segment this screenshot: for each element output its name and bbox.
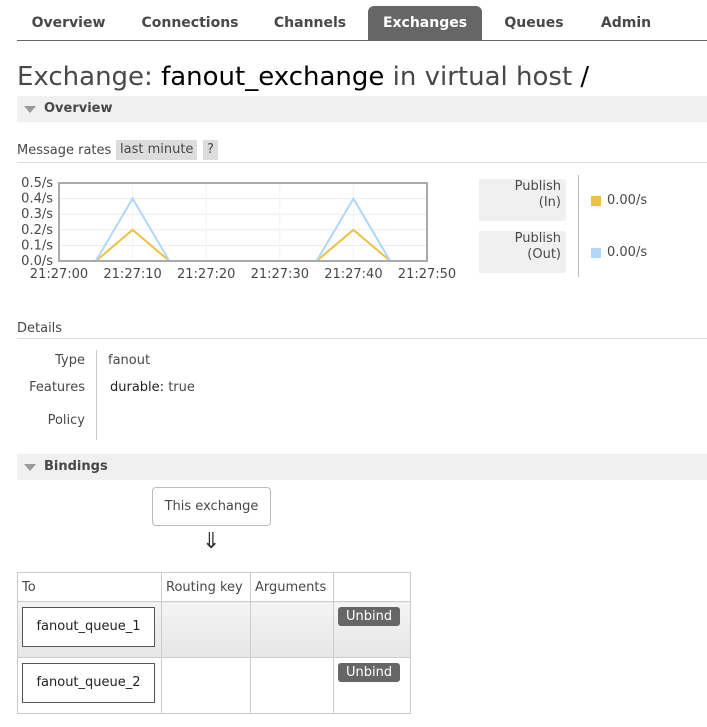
x-tick-label: 21:27:20	[177, 267, 235, 282]
bindings-header-label: Bindings	[44, 459, 108, 474]
y-tick-label: 0.5/s	[21, 176, 53, 191]
publish-in-line2: (In)	[538, 195, 561, 210]
publish-in-line1: Publish	[514, 179, 561, 194]
features-durable-value: true	[168, 380, 195, 395]
tab-admin[interactable]: Admin	[587, 6, 665, 40]
arguments-cell	[250, 657, 334, 714]
vhost-name: /	[580, 62, 590, 92]
collapse-triangle-icon	[24, 106, 36, 113]
exchange-name: fanout_exchange	[161, 62, 385, 92]
tab-exchanges[interactable]: Exchanges	[368, 6, 482, 40]
x-tick-label: 21:27:00	[30, 267, 88, 282]
details-separator	[96, 350, 97, 440]
tab-channels[interactable]: Channels	[264, 6, 356, 40]
features-key: durable:	[110, 380, 165, 395]
unbind-button[interactable]: Unbind	[338, 663, 401, 682]
this-exchange-box: This exchange	[152, 487, 271, 526]
x-tick-label: 21:27:10	[103, 267, 161, 282]
legend-divider	[578, 175, 579, 277]
publish-out-swatch	[591, 248, 601, 258]
overview-section-header[interactable]: Overview	[17, 96, 707, 122]
range-selector[interactable]: last minute	[116, 140, 198, 160]
x-tick-label: 21:27:50	[398, 267, 456, 282]
action-cell: Unbind	[333, 601, 411, 658]
routing-key-cell	[161, 601, 251, 658]
action-cell: Unbind	[333, 657, 411, 714]
col-routing-key: Routing key	[161, 572, 251, 602]
table-row: fanout_queue_1 Unbind	[17, 601, 411, 658]
col-to: To	[17, 572, 162, 602]
x-tick-label: 21:27:40	[324, 267, 382, 282]
title-vhost-text: in virtual host	[392, 62, 573, 92]
title-prefix: Exchange:	[17, 62, 153, 92]
bindings-table: To Routing key Arguments fanout_queue_1 …	[17, 572, 411, 714]
routing-key-cell	[161, 657, 251, 714]
tab-overview[interactable]: Overview	[17, 6, 120, 40]
collapse-triangle-icon	[24, 464, 36, 471]
publish-out-rate: 0.00/s	[607, 245, 648, 260]
publish-out-label: Publish (Out)	[479, 231, 566, 273]
col-actions	[333, 572, 411, 602]
type-label: Type	[55, 353, 85, 368]
down-arrow-icon: ⇓	[202, 529, 221, 554]
unbind-button[interactable]: Unbind	[338, 607, 401, 626]
chart-frame	[58, 182, 428, 262]
table-row: fanout_queue_2 Unbind	[17, 657, 411, 714]
message-rate-chart: 0.5/s0.4/s0.3/s0.2/s0.1/s0.0/s21:27:00 21…	[21, 176, 456, 282]
type-value: fanout	[108, 353, 151, 368]
bindings-header-row: To Routing key Arguments	[17, 572, 411, 602]
publish-in-label: Publish (In)	[479, 179, 566, 221]
to-cell: fanout_queue_1	[17, 601, 162, 658]
publish-in-swatch	[591, 196, 601, 206]
x-tick-label: 21:27:30	[251, 267, 309, 282]
publish-out-line1: Publish	[514, 231, 561, 246]
details-header: Details	[17, 318, 707, 339]
queue-link[interactable]: fanout_queue_2	[22, 663, 155, 703]
col-arguments: Arguments	[250, 572, 334, 602]
help-button[interactable]: ?	[203, 140, 218, 160]
to-cell: fanout_queue_2	[17, 657, 162, 714]
publish-out-line2: (Out)	[527, 247, 561, 262]
arguments-cell	[250, 601, 334, 658]
publish-in-rate: 0.00/s	[607, 193, 648, 208]
tab-connections[interactable]: Connections	[130, 6, 250, 40]
message-rates-row: Message rates last minute ?	[17, 139, 707, 163]
y-tick-label: 0.4/s	[21, 192, 53, 207]
y-tick-label: 0.2/s	[21, 223, 53, 238]
features-label: Features	[29, 380, 85, 395]
tab-queues[interactable]: Queues	[494, 6, 574, 40]
page-title: Exchange: fanout_exchange in virtual hos…	[17, 62, 589, 92]
details-label: Details	[17, 321, 63, 336]
top-nav: Overview Connections Channels Exchanges …	[17, 6, 707, 41]
queue-link[interactable]: fanout_queue_1	[22, 607, 155, 647]
features-value: durable: true	[110, 380, 195, 395]
y-tick-label: 0.3/s	[21, 207, 53, 222]
y-tick-label: 0.1/s	[21, 238, 53, 253]
bindings-section-header[interactable]: Bindings	[17, 454, 707, 480]
message-rates-label: Message rates	[17, 143, 112, 158]
policy-label: Policy	[47, 413, 85, 428]
overview-header-label: Overview	[44, 101, 113, 116]
